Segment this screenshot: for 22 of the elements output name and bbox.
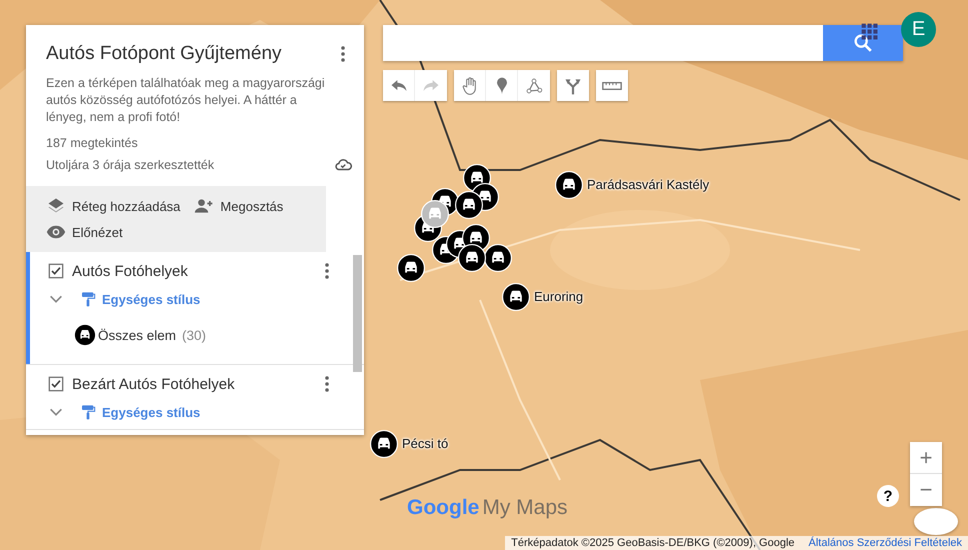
style-link[interactable]: Egységes stílus — [102, 404, 200, 420]
terms-link[interactable]: Általános Szerződési Feltételek — [808, 537, 962, 549]
preview-button[interactable]: Előnézet — [46, 222, 123, 242]
marker-label: Parádsasvári Kastély — [587, 177, 710, 192]
add-layer-button[interactable]: Réteg hozzáadása — [46, 196, 180, 216]
share-button[interactable]: Megosztás — [194, 196, 284, 216]
attribution-text: Térképadatok ©2025 GeoBasis-DE/BKG (©2009), Google — [511, 537, 795, 549]
item-count: (30) — [182, 328, 206, 342]
view-count: 187 megtekintés — [46, 136, 139, 150]
logo-text: My Maps — [482, 496, 568, 520]
marker-label: Pécsi tó — [402, 436, 448, 451]
layer-item[interactable]: Összes elem — [98, 328, 176, 342]
marker-label: Euroring — [534, 289, 584, 304]
style-link[interactable]: Egységes stílus — [102, 292, 200, 306]
zoom-out-button[interactable]: − — [910, 474, 942, 506]
map-description: Ezen a térképen találhatóak meg a magyarországi autós közösség autófotózós helyei. A háttér a lényeg, nem a profi fotó! — [46, 75, 326, 126]
layer-title: Autós Fotóhelyek — [72, 262, 189, 280]
map-title: Autós Fotópont Gyűjtemény — [46, 43, 282, 65]
last-edited: Utoljára 3 órája szerkesztették — [46, 158, 214, 172]
layer-title: Bezárt Autós Fotóhelyek — [72, 376, 236, 392]
zoom-in-button[interactable]: + — [910, 442, 942, 474]
logo-text: Google — [407, 496, 480, 520]
